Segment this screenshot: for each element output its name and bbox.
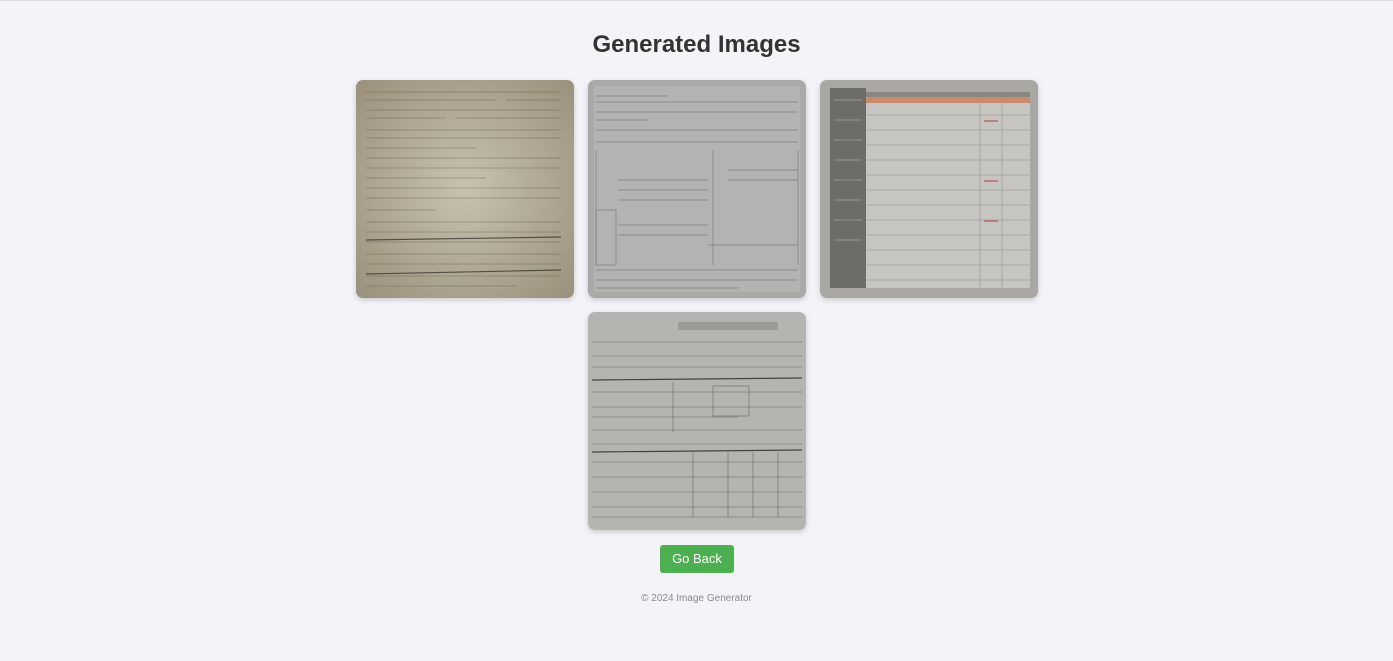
- page-title: Generated Images: [592, 31, 801, 58]
- go-back-button[interactable]: Go Back: [660, 545, 734, 573]
- generated-image-4[interactable]: [588, 312, 806, 530]
- scanned-form-gray-image: [588, 80, 806, 298]
- generated-image-3[interactable]: [820, 80, 1038, 298]
- scanned-form-beige-image: [356, 80, 574, 298]
- generated-image-1[interactable]: [356, 80, 574, 298]
- scanned-table-form-image: [588, 312, 806, 530]
- footer-copyright: © 2024 Image Generator: [641, 593, 752, 604]
- generated-image-2[interactable]: [588, 80, 806, 298]
- spreadsheet-screenshot-image: [820, 80, 1038, 298]
